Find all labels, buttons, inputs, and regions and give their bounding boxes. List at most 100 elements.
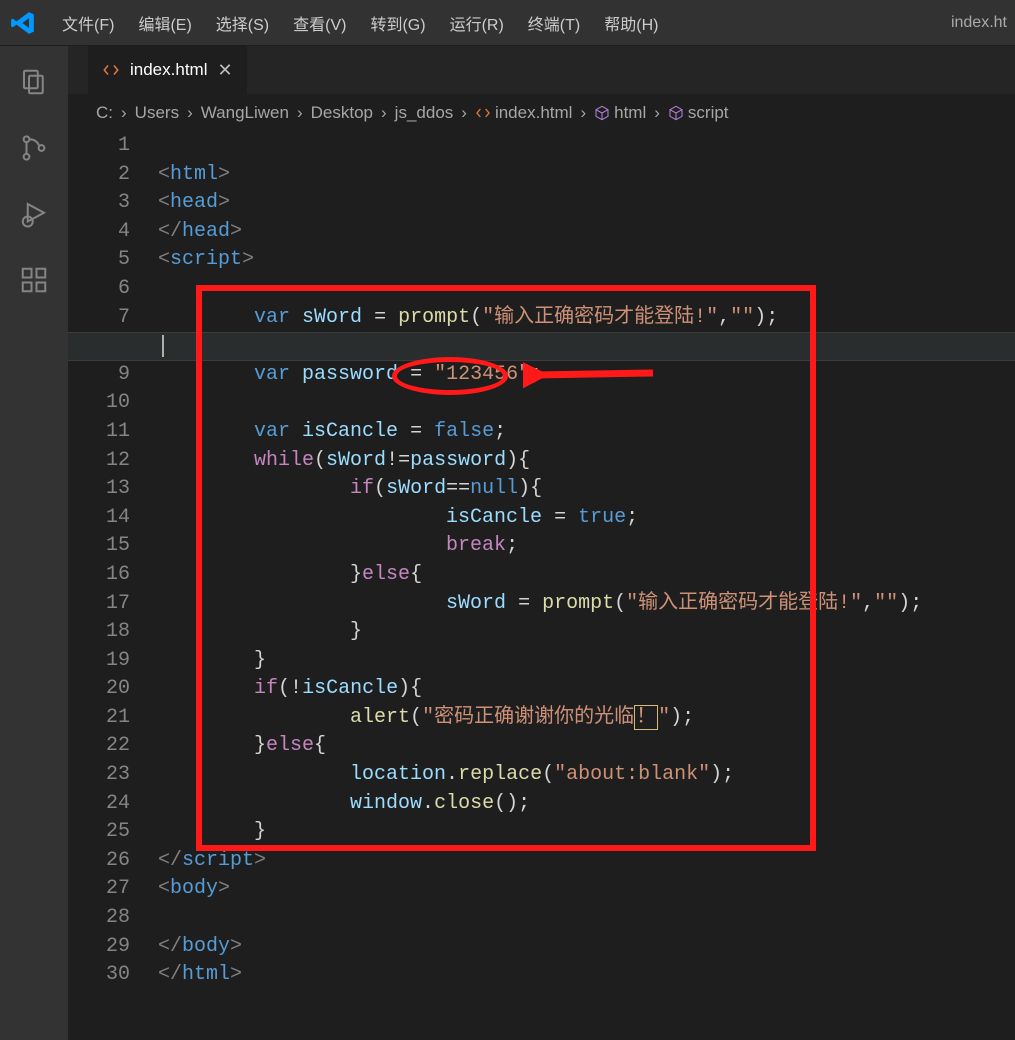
chevron-right-icon: › xyxy=(293,103,307,123)
run-debug-icon[interactable] xyxy=(10,190,58,238)
menu-item[interactable]: 查看(V) xyxy=(281,5,358,41)
code-line[interactable] xyxy=(158,389,1015,418)
line-number: 19 xyxy=(68,647,130,676)
code-line[interactable]: }else{ xyxy=(158,561,1015,590)
code-line[interactable]: <script> xyxy=(158,246,1015,275)
code-line[interactable]: var password = "123456"; xyxy=(158,361,1015,390)
chevron-right-icon: › xyxy=(457,103,471,123)
line-number: 24 xyxy=(68,790,130,819)
menu-bar: 文件(F)编辑(E)选择(S)查看(V)转到(G)运行(R)终端(T)帮助(H)… xyxy=(0,0,1015,46)
code-line[interactable]: } xyxy=(158,818,1015,847)
line-number-gutter: 1234567891011121314151617181920212223242… xyxy=(68,132,158,1040)
line-number: 18 xyxy=(68,618,130,647)
chevron-right-icon: › xyxy=(576,103,590,123)
menu-item[interactable]: 文件(F) xyxy=(50,5,126,41)
close-icon[interactable]: ✕ xyxy=(217,60,232,81)
explorer-icon[interactable] xyxy=(10,58,58,106)
extensions-icon[interactable] xyxy=(10,256,58,304)
line-number: 2 xyxy=(68,161,130,190)
line-number: 27 xyxy=(68,875,130,904)
code-line[interactable]: alert("密码正确谢谢你的光临！"); xyxy=(158,704,1015,733)
code-line[interactable]: </script> xyxy=(158,847,1015,876)
code-line[interactable]: isCancle = true; xyxy=(158,504,1015,533)
line-number: 17 xyxy=(68,590,130,619)
text-cursor xyxy=(162,335,164,357)
code-line[interactable] xyxy=(158,132,1015,161)
code-area[interactable]: <html><head></head><script> var sWord = … xyxy=(158,132,1015,1040)
menu-item[interactable]: 终端(T) xyxy=(516,5,592,41)
code-line[interactable]: location.replace("about:blank"); xyxy=(158,761,1015,790)
breadcrumb-segment[interactable]: WangLiwen xyxy=(201,103,289,123)
line-number: 29 xyxy=(68,933,130,962)
activity-bar xyxy=(0,46,68,1040)
vscode-logo-icon xyxy=(8,8,38,38)
line-number: 13 xyxy=(68,475,130,504)
chevron-right-icon: › xyxy=(650,103,664,123)
html-file-icon xyxy=(102,61,120,79)
line-number: 14 xyxy=(68,504,130,533)
line-number: 10 xyxy=(68,389,130,418)
source-control-icon[interactable] xyxy=(10,124,58,172)
breadcrumb-segment[interactable]: index.html xyxy=(495,103,572,123)
line-number: 4 xyxy=(68,218,130,247)
code-line[interactable] xyxy=(158,904,1015,933)
line-number: 3 xyxy=(68,189,130,218)
breadcrumb-segment[interactable]: js_ddos xyxy=(395,103,454,123)
line-number: 7 xyxy=(68,304,130,333)
window-title: index.ht xyxy=(670,14,1015,32)
breadcrumb-segment[interactable]: script xyxy=(688,103,729,123)
code-line[interactable]: break; xyxy=(158,532,1015,561)
code-line[interactable]: if(sWord==null){ xyxy=(158,475,1015,504)
menu-item[interactable]: 帮助(H) xyxy=(592,5,670,41)
line-number: 6 xyxy=(68,275,130,304)
tab-label: index.html xyxy=(130,60,207,80)
line-number: 25 xyxy=(68,818,130,847)
breadcrumb-segment[interactable]: C: xyxy=(96,103,113,123)
code-line[interactable]: var sWord = prompt("输入正确密码才能登陆!",""); xyxy=(158,304,1015,333)
menu-item[interactable]: 编辑(E) xyxy=(126,5,203,41)
code-line[interactable]: var isCancle = false; xyxy=(158,418,1015,447)
line-number: 5 xyxy=(68,246,130,275)
code-line[interactable]: } xyxy=(158,647,1015,676)
menu-item[interactable]: 选择(S) xyxy=(204,5,281,41)
code-line[interactable]: </html> xyxy=(158,961,1015,990)
code-line[interactable]: if(!isCancle){ xyxy=(158,675,1015,704)
active-line-highlight xyxy=(68,332,1015,361)
code-line[interactable]: } xyxy=(158,618,1015,647)
line-number: 11 xyxy=(68,418,130,447)
breadcrumb-segment[interactable]: html xyxy=(614,103,646,123)
line-number: 21 xyxy=(68,704,130,733)
code-block-icon xyxy=(594,105,610,121)
code-line[interactable]: while(sWord!=password){ xyxy=(158,447,1015,476)
line-number: 16 xyxy=(68,561,130,590)
breadcrumb-segment[interactable]: Users xyxy=(135,103,179,123)
tab-index-html[interactable]: index.html ✕ xyxy=(88,46,247,94)
code-line[interactable]: </body> xyxy=(158,933,1015,962)
line-number: 1 xyxy=(68,132,130,161)
code-line[interactable]: window.close(); xyxy=(158,790,1015,819)
chevron-right-icon: › xyxy=(183,103,197,123)
code-line[interactable]: <head> xyxy=(158,189,1015,218)
line-number: 20 xyxy=(68,675,130,704)
code-block-icon xyxy=(668,105,684,121)
line-number: 23 xyxy=(68,761,130,790)
chevron-right-icon: › xyxy=(377,103,391,123)
line-number: 9 xyxy=(68,361,130,390)
line-number: 26 xyxy=(68,847,130,876)
breadcrumb-segment[interactable]: Desktop xyxy=(311,103,373,123)
code-line[interactable]: <body> xyxy=(158,875,1015,904)
code-line[interactable] xyxy=(158,275,1015,304)
menu-item[interactable]: 运行(R) xyxy=(438,5,516,41)
html-file-icon xyxy=(475,105,491,121)
code-line[interactable]: sWord = prompt("输入正确密码才能登陆!",""); xyxy=(158,590,1015,619)
line-number: 12 xyxy=(68,447,130,476)
code-line[interactable]: }else{ xyxy=(158,732,1015,761)
code-line[interactable]: <html> xyxy=(158,161,1015,190)
breadcrumb[interactable]: C:›Users›WangLiwen›Desktop›js_ddos› inde… xyxy=(68,94,1015,132)
menu-item[interactable]: 转到(G) xyxy=(358,5,437,41)
code-editor[interactable]: 1234567891011121314151617181920212223242… xyxy=(68,132,1015,1040)
chevron-right-icon: › xyxy=(117,103,131,123)
line-number: 30 xyxy=(68,961,130,990)
code-line[interactable]: </head> xyxy=(158,218,1015,247)
line-number: 15 xyxy=(68,532,130,561)
